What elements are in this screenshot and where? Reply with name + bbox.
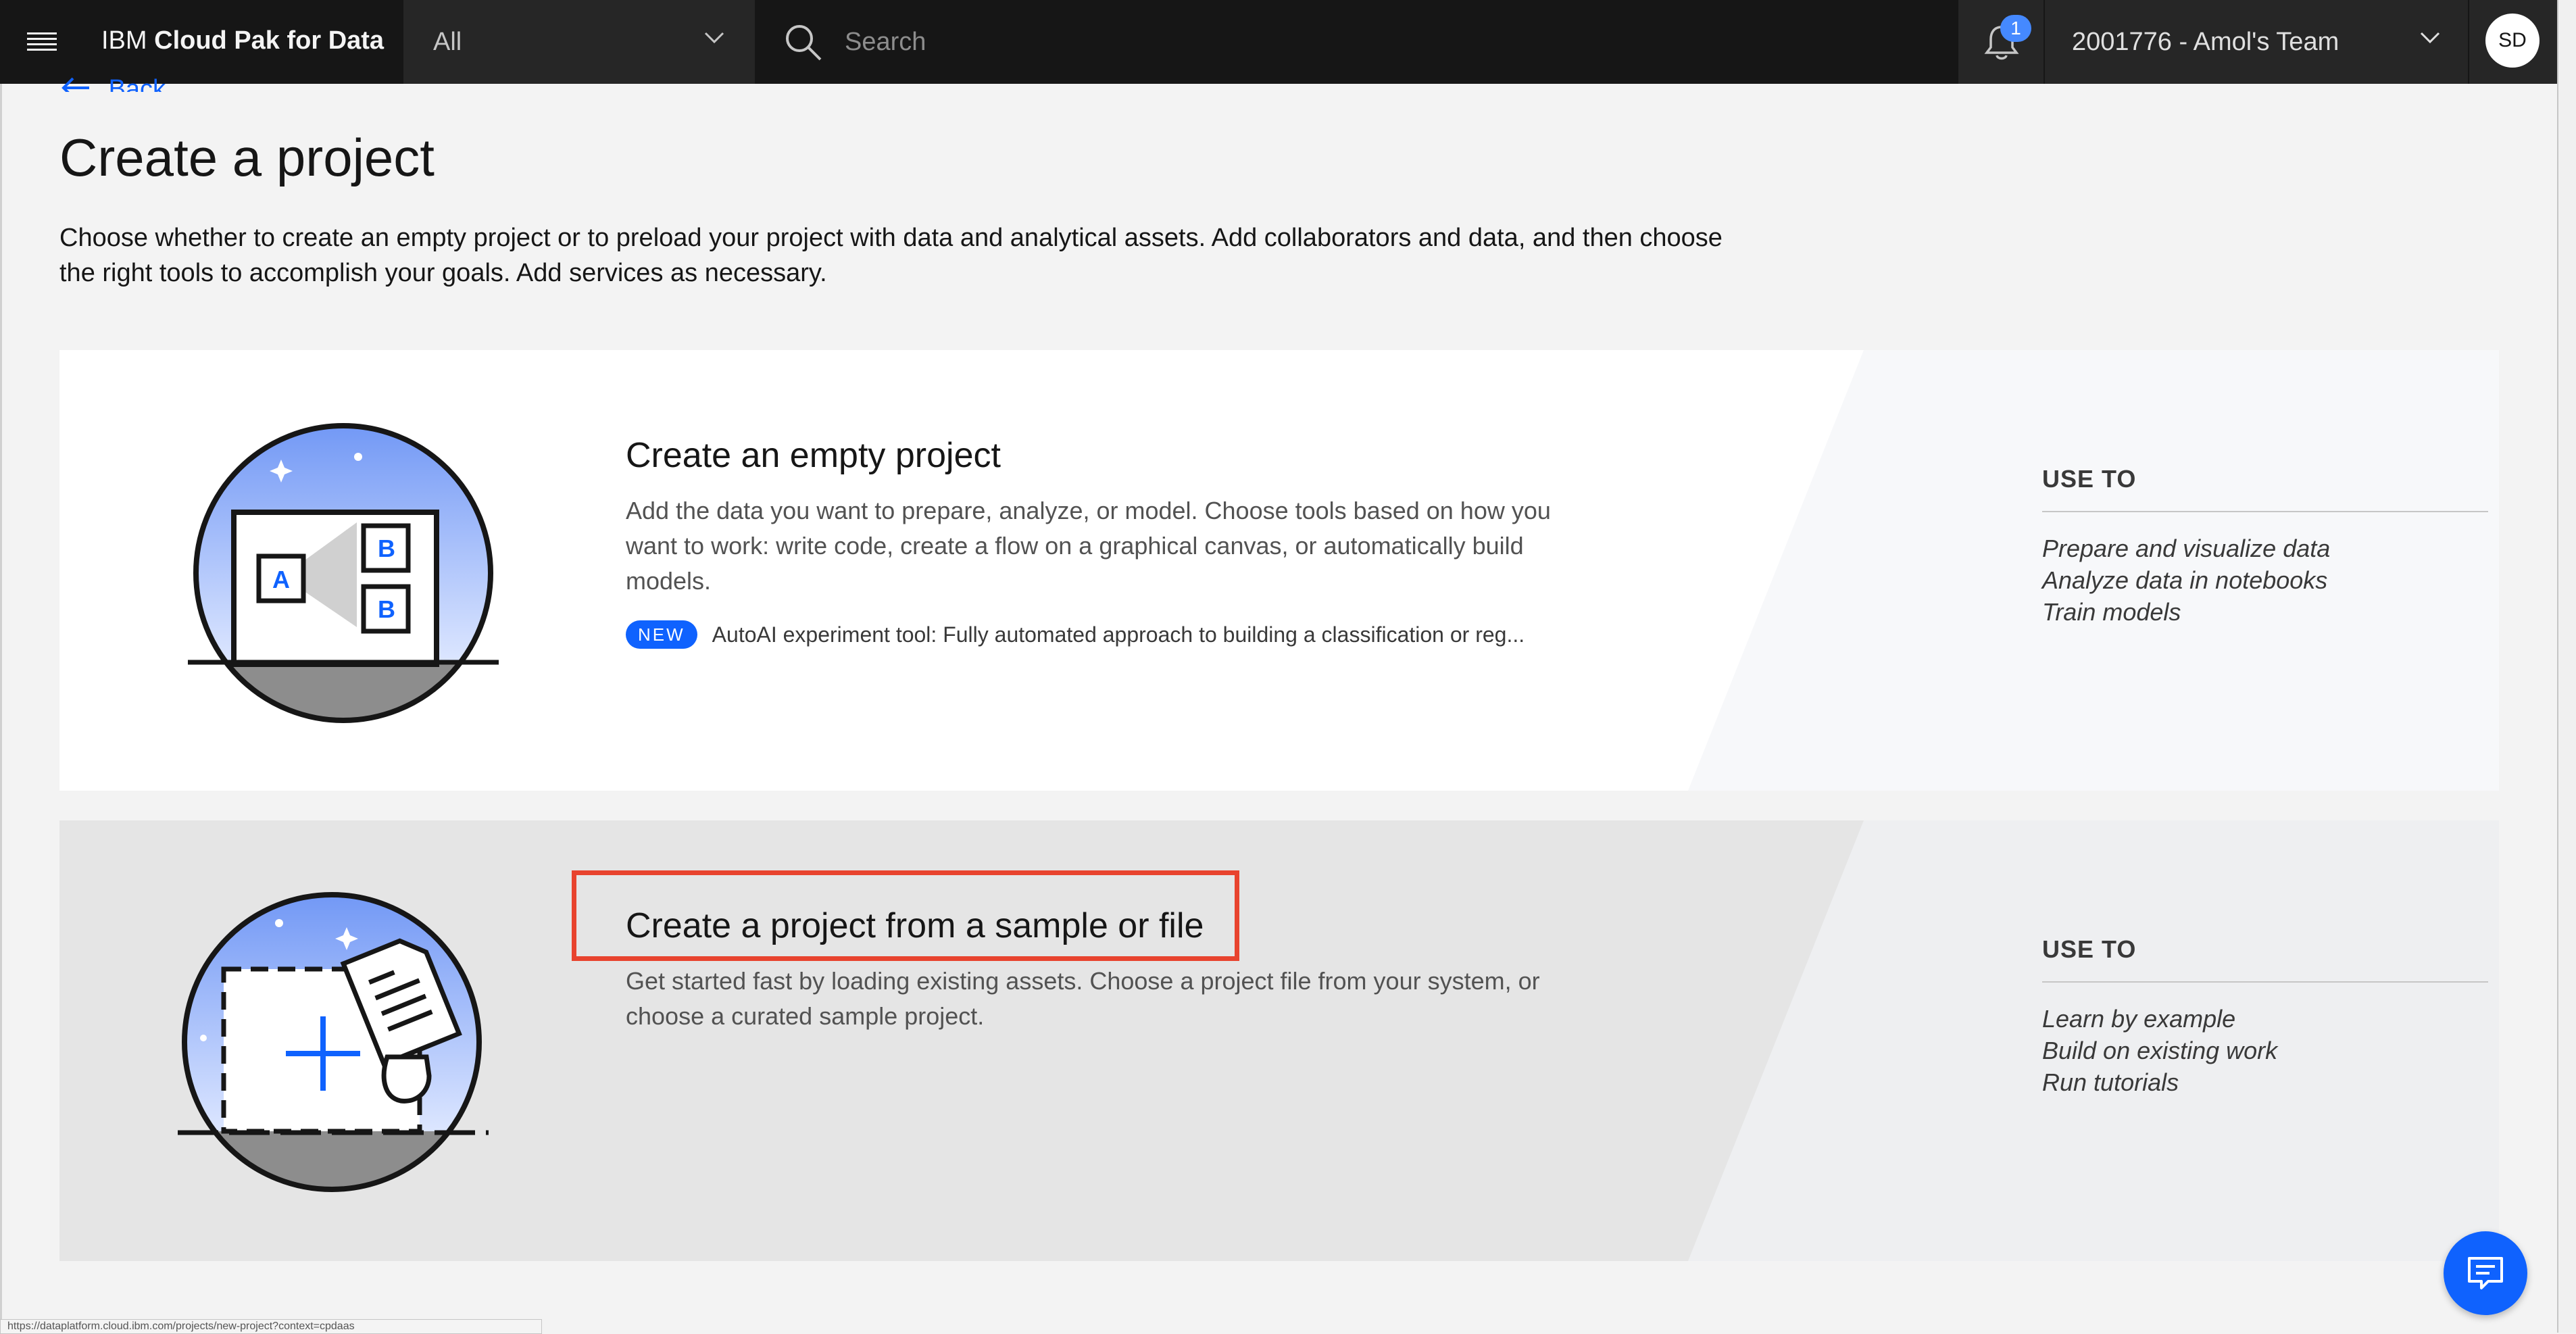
page-description: Choose whether to create an empty projec… — [59, 224, 1723, 287]
search-input[interactable] — [843, 20, 1792, 64]
card-title[interactable]: Create an empty project — [626, 435, 1001, 476]
chat-button[interactable] — [2444, 1231, 2527, 1315]
chevron-down-icon — [2420, 32, 2440, 44]
chevron-down-icon — [704, 32, 724, 44]
search-icon — [786, 25, 822, 61]
search-bar — [757, 0, 1958, 84]
card-description: Get started fast by loading existing ass… — [626, 967, 1540, 1030]
svg-text:B: B — [378, 535, 395, 562]
back-link[interactable]: Back — [59, 62, 166, 92]
use-to-heading: USE TO — [2042, 935, 2488, 983]
use-to-list: Learn by example Build on existing work … — [2042, 1003, 2488, 1098]
empty-project-illustration: A B B — [188, 423, 499, 723]
card-description: Add the data you want to prepare, analyz… — [626, 497, 1551, 595]
list-item: Build on existing work — [2042, 1037, 2278, 1064]
account-switcher[interactable]: 2001776 - Amol's Team — [2045, 0, 2468, 84]
create-empty-project-card[interactable]: A B B Create an empty project Add the da… — [59, 350, 2499, 791]
new-tag: NEW — [626, 620, 697, 649]
window-scrollbar[interactable] — [2557, 0, 2576, 1333]
svg-text:A: A — [272, 566, 290, 593]
brand-prefix: IBM — [101, 26, 147, 55]
use-to-heading: USE TO — [2042, 465, 2488, 512]
list-item: Train models — [2042, 598, 2181, 626]
list-item: Run tutorials — [2042, 1068, 2179, 1096]
use-to-panel: USE TO Learn by example Build on existin… — [2042, 935, 2488, 1098]
window-edge — [0, 84, 2, 1333]
arrow-left-icon — [61, 77, 89, 92]
svg-text:B: B — [378, 595, 395, 623]
new-feature-row: NEW AutoAI experiment tool: Fully automa… — [626, 620, 1525, 649]
account-name: 2001776 - Amol's Team — [2072, 28, 2339, 56]
use-to-panel: USE TO Prepare and visualize data Analyz… — [2042, 465, 2488, 628]
sample-project-illustration — [178, 892, 489, 1192]
notification-count-badge: 1 — [2000, 15, 2031, 42]
use-to-list: Prepare and visualize data Analyze data … — [2042, 533, 2488, 628]
page-title: Create a project — [59, 128, 435, 187]
scope-dropdown-value: All — [433, 28, 462, 56]
hamburger-menu-icon — [27, 32, 57, 51]
notifications-button[interactable]: 1 — [1958, 0, 2044, 84]
highlight-annotation-box — [572, 870, 1239, 961]
list-item: Learn by example — [2042, 1005, 2236, 1033]
new-feature-text: AutoAI experiment tool: Fully automated … — [712, 622, 1525, 647]
list-item: Prepare and visualize data — [2042, 535, 2331, 562]
list-item: Analyze data in notebooks — [2042, 566, 2328, 594]
brand-name: Cloud Pak for Data — [154, 26, 385, 55]
user-avatar-button[interactable]: SD — [2469, 0, 2557, 84]
chat-icon — [2468, 1257, 2503, 1289]
avatar: SD — [2485, 14, 2540, 68]
top-navigation-bar: IBM Cloud Pak for Data All 1 2001776 - A… — [0, 0, 2576, 84]
status-bar-url: https://dataplatform.cloud.ibm.com/proje… — [0, 1319, 542, 1334]
back-link-label: Back — [108, 75, 166, 92]
create-project-from-sample-card[interactable]: Create a project from a sample or file G… — [59, 820, 2499, 1261]
scope-dropdown[interactable]: All — [403, 0, 755, 84]
